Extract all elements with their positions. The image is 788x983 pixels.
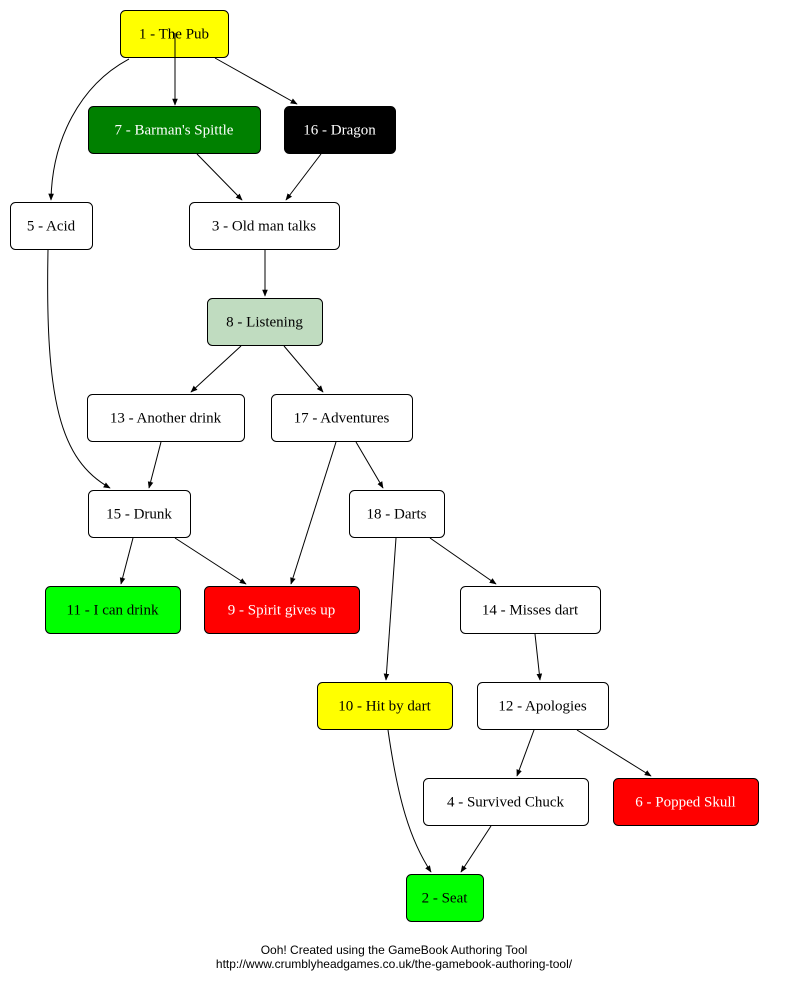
node-label: 13 - Another drink xyxy=(110,411,222,427)
node-10[interactable]: 10 - Hit by dart xyxy=(317,682,453,730)
node-label: 7 - Barman's Spittle xyxy=(115,123,234,139)
node-8[interactable]: 8 - Listening xyxy=(207,298,323,346)
node-15[interactable]: 15 - Drunk xyxy=(88,490,191,538)
edge-1-to-16 xyxy=(214,57,298,105)
node-11[interactable]: 11 - I can drink xyxy=(45,586,181,634)
node-18[interactable]: 18 - Darts xyxy=(349,490,445,538)
edge-15-to-9 xyxy=(174,537,247,585)
node-label: 16 - Dragon xyxy=(303,123,376,139)
edge-17-to-18 xyxy=(355,441,384,489)
node-label: 14 - Misses dart xyxy=(482,603,579,619)
node-3[interactable]: 3 - Old man talks xyxy=(189,202,340,250)
node-17[interactable]: 17 - Adventures xyxy=(271,394,413,442)
edge-5-to-15 xyxy=(47,249,111,489)
edge-13-to-15 xyxy=(147,441,162,489)
node-label: 1 - The Pub xyxy=(139,27,209,43)
gamebook-graph: 1 - The Pub 7 - Barman's Spittle 16 - Drag… xyxy=(10,10,759,922)
node-2[interactable]: 2 - Seat xyxy=(406,874,484,922)
node-label: 9 - Spirit gives up xyxy=(228,603,336,619)
node-label: 17 - Adventures xyxy=(294,411,390,427)
node-label: 3 - Old man talks xyxy=(212,219,316,235)
node-label: 10 - Hit by dart xyxy=(338,699,431,715)
edge-12-to-6 xyxy=(576,729,652,777)
edge-7-to-3 xyxy=(196,153,243,201)
node-label: 18 - Darts xyxy=(367,507,427,523)
node-16[interactable]: 16 - Dragon xyxy=(284,106,396,154)
node-label: 8 - Listening xyxy=(226,315,303,331)
node-7[interactable]: 7 - Barman's Spittle xyxy=(88,106,261,154)
node-9[interactable]: 9 - Spirit gives up xyxy=(204,586,360,634)
node-label: 4 - Survived Chuck xyxy=(447,795,565,811)
node-label: 15 - Drunk xyxy=(106,507,172,523)
edge-16-to-3 xyxy=(285,153,322,201)
footer: Ooh! Created using the GameBook Authorin… xyxy=(0,943,788,971)
node-4[interactable]: 4 - Survived Chuck xyxy=(423,778,589,826)
node-label: 11 - I can drink xyxy=(67,603,159,619)
node-6[interactable]: 6 - Popped Skull xyxy=(613,778,759,826)
edge-17-to-9 xyxy=(290,441,337,585)
edge-14-to-12 xyxy=(534,633,543,681)
edge-15-to-11 xyxy=(119,537,134,585)
footer-credit: Ooh! Created using the GameBook Authorin… xyxy=(260,943,528,957)
node-13[interactable]: 13 - Another drink xyxy=(87,394,245,442)
node-label: 2 - Seat xyxy=(422,891,469,907)
node-5[interactable]: 5 - Acid xyxy=(10,202,93,250)
node-label: 12 - Apologies xyxy=(498,699,586,715)
node-label: 5 - Acid xyxy=(27,219,76,235)
edge-8-to-17 xyxy=(283,345,324,393)
node-14[interactable]: 14 - Misses dart xyxy=(460,586,601,634)
edge-4-to-2 xyxy=(460,825,492,873)
node-label: 6 - Popped Skull xyxy=(635,795,735,811)
edge-12-to-4 xyxy=(516,729,535,777)
footer-url[interactable]: http://www.crumblyheadgames.co.uk/the-ga… xyxy=(0,957,788,971)
edge-8-to-13 xyxy=(190,345,242,393)
edge-18-to-10 xyxy=(383,537,397,681)
node-12[interactable]: 12 - Apologies xyxy=(477,682,609,730)
edge-18-to-14 xyxy=(429,537,497,585)
